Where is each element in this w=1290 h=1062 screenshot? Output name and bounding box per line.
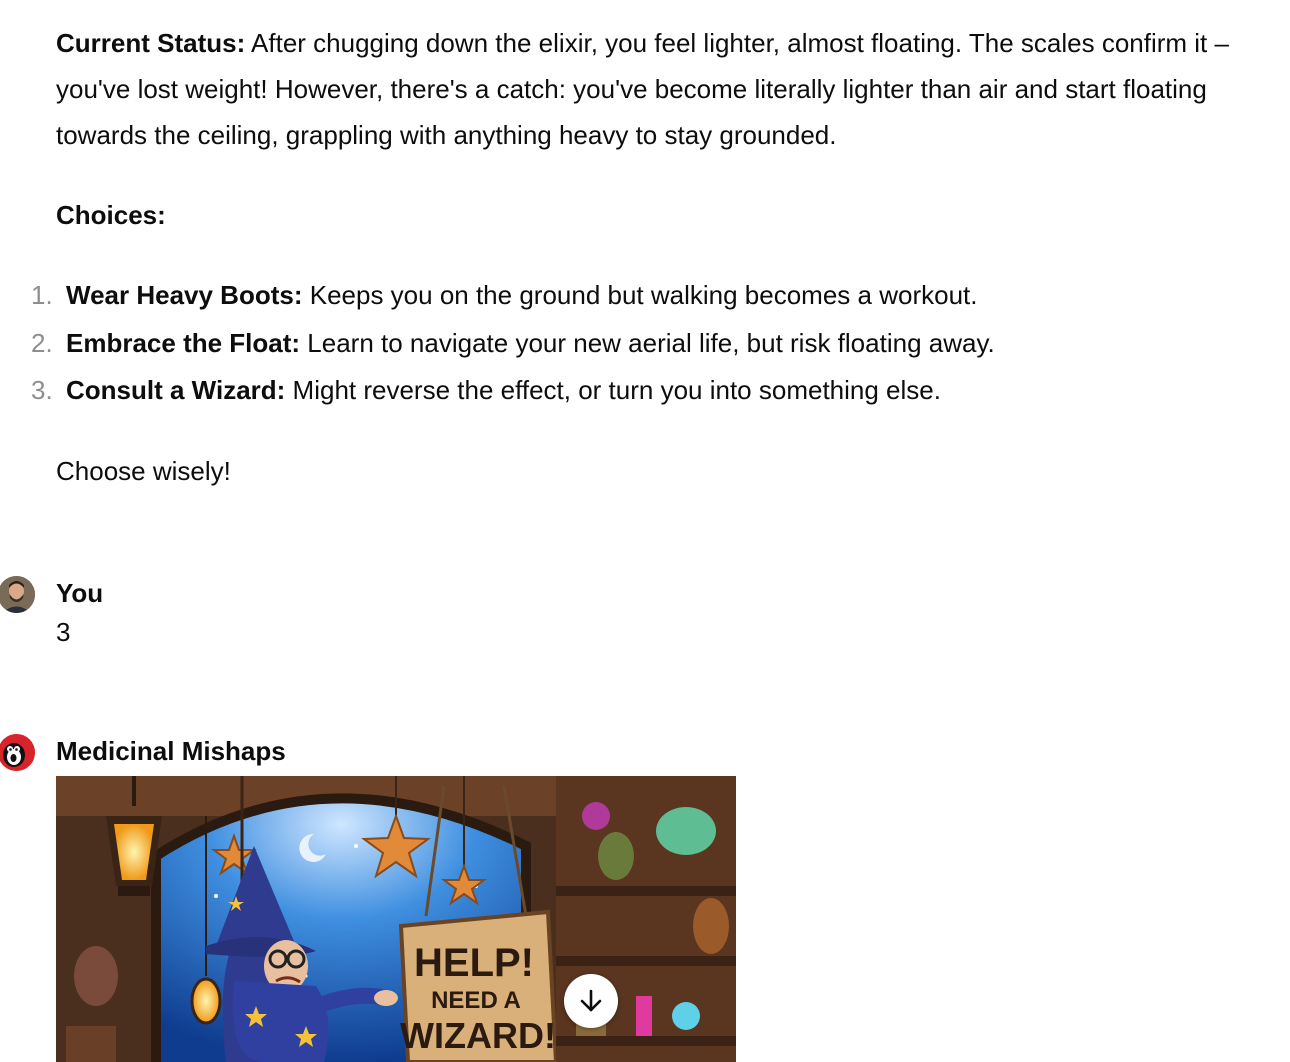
status-label: Current Status: xyxy=(56,28,246,58)
choice-number: 3. xyxy=(31,375,53,405)
choice-number: 1. xyxy=(31,280,53,310)
choice-text: Learn to navigate your new aerial life, … xyxy=(300,327,995,358)
closing-text: Choose wisely! xyxy=(56,456,231,486)
choice-item: 1. Wear Heavy Boots: Keeps you on the gro… xyxy=(0,272,1250,320)
status-paragraph: Current Status: After chugging down the … xyxy=(56,20,1246,158)
choice-number: 2. xyxy=(31,327,53,358)
user-sender-name: You xyxy=(56,578,104,608)
user-avatar xyxy=(0,576,35,613)
generated-image[interactable]: HELP! NEED A WIZARD! xyxy=(56,776,736,1062)
choice-title: Consult a Wizard: xyxy=(66,375,286,405)
choice-title: Wear Heavy Boots: xyxy=(66,280,303,310)
choice-title: Embrace the Float: xyxy=(66,327,301,358)
sign-line-3: WIZARD! xyxy=(400,1015,556,1056)
scroll-down-button[interactable] xyxy=(564,974,618,1028)
sign-line-1: HELP! xyxy=(414,941,534,985)
user-message: 3 xyxy=(56,617,71,647)
choices-heading: Choices: xyxy=(56,200,166,230)
arrow-down-icon xyxy=(580,989,602,1012)
wizard-illustration: HELP! NEED A WIZARD! xyxy=(56,776,736,1062)
choice-item: 3. Consult a Wizard: Might reverse the ef… xyxy=(0,367,1250,415)
choice-text: Keeps you on the ground but walking beco… xyxy=(302,280,978,310)
choice-item: 2. Embrace the Float: Learn to navigate y… xyxy=(0,320,1250,368)
choices-list: 1. Wear Heavy Boots: Keeps you on the gro… xyxy=(0,272,1250,415)
gpt-logo-avatar xyxy=(0,734,35,771)
assistant-sender-name: Medicinal Mishaps xyxy=(56,736,286,766)
sign-line-2: NEED A xyxy=(431,987,521,1014)
choice-text: Might reverse the effect, or turn you in… xyxy=(285,375,941,405)
